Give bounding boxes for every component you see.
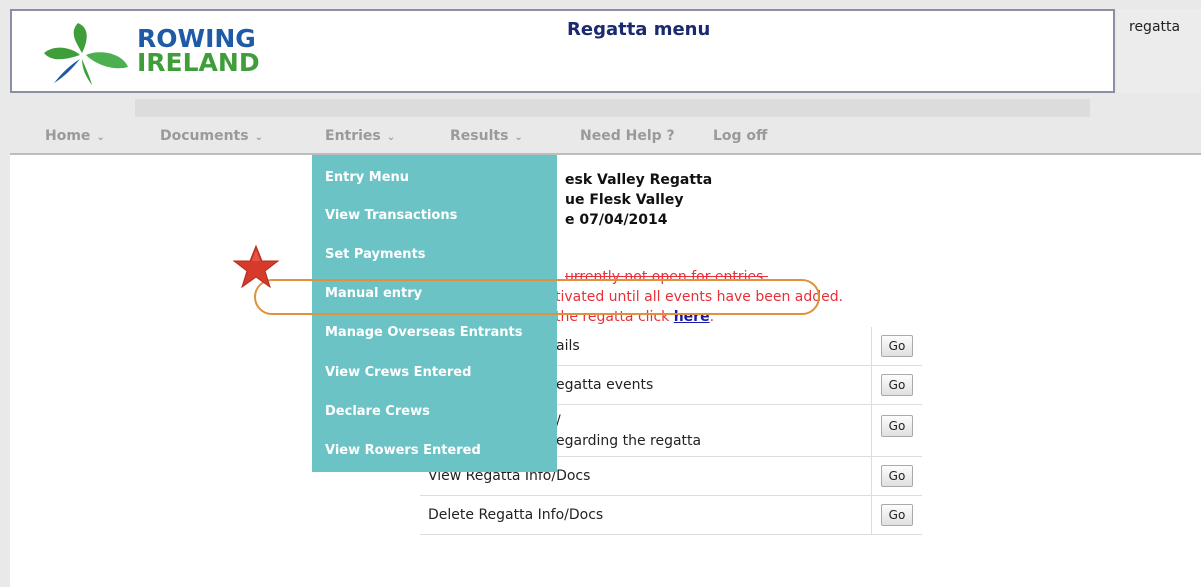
nav-documents[interactable]: Documents ⌄ bbox=[160, 128, 263, 144]
nav-need-help[interactable]: Need Help ? bbox=[580, 128, 675, 144]
nav-entries-label: Entries bbox=[325, 128, 381, 144]
menu-item-manage-overseas-entrants[interactable]: Manage Overseas Entrants bbox=[325, 325, 522, 340]
table-row: Delete Regatta Info/Docs Go bbox=[420, 495, 922, 535]
go-button[interactable]: Go bbox=[880, 504, 914, 526]
nav-results-label: Results bbox=[450, 128, 509, 144]
menu-item-set-payments[interactable]: Set Payments bbox=[325, 247, 426, 262]
nav-entries[interactable]: Entries ⌄ bbox=[325, 128, 395, 144]
chevron-down-icon: ⌄ bbox=[96, 132, 105, 143]
menu-item-view-crews-entered[interactable]: View Crews Entered bbox=[325, 365, 471, 380]
user-label: regatta bbox=[1129, 19, 1181, 35]
action-label-line1: / bbox=[556, 412, 561, 429]
rowing-ireland-logo-icon bbox=[44, 23, 128, 85]
nav-home-label: Home bbox=[45, 128, 91, 144]
go-button[interactable]: Go bbox=[880, 335, 914, 357]
nav-results[interactable]: Results ⌄ bbox=[450, 128, 523, 144]
main-nav: Home ⌄ Documents ⌄ Entries ⌄ Results ⌄ Need … bbox=[0, 120, 1201, 154]
menu-item-view-transactions[interactable]: View Transactions bbox=[325, 208, 457, 223]
regatta-date: e 07/04/2014 bbox=[565, 212, 668, 228]
action-label-line2: egarding the regatta bbox=[556, 432, 702, 449]
highlight-annotation bbox=[254, 279, 820, 315]
nav-documents-label: Documents bbox=[160, 128, 249, 144]
chevron-down-icon: ⌄ bbox=[386, 132, 396, 143]
menu-item-declare-crews[interactable]: Declare Crews bbox=[325, 404, 430, 419]
nav-log-off[interactable]: Log off bbox=[713, 128, 767, 144]
regatta-name: esk Valley Regatta bbox=[565, 172, 713, 188]
brand-name: ROWING IRELAND bbox=[137, 26, 260, 77]
go-button[interactable]: Go bbox=[880, 465, 914, 487]
user-panel: regatta bbox=[1117, 9, 1201, 93]
page-title: Regatta menu bbox=[567, 19, 711, 40]
menu-item-view-rowers-entered[interactable]: View Rowers Entered bbox=[325, 443, 481, 458]
site-header: ROWING IRELAND Regatta menu bbox=[10, 9, 1115, 93]
menu-item-entry-menu[interactable]: Entry Menu bbox=[325, 170, 409, 185]
nav-home[interactable]: Home ⌄ bbox=[45, 128, 105, 144]
action-label: Delete Regatta Info/Docs bbox=[420, 495, 872, 535]
go-button[interactable]: Go bbox=[880, 415, 914, 437]
go-button[interactable]: Go bbox=[880, 374, 914, 396]
chevron-down-icon: ⌄ bbox=[254, 132, 263, 143]
star-icon bbox=[232, 244, 280, 289]
header-strip bbox=[135, 99, 1090, 117]
regatta-venue: ue Flesk Valley bbox=[565, 192, 684, 208]
brand-line2: IRELAND bbox=[137, 48, 260, 77]
chevron-down-icon: ⌄ bbox=[514, 132, 523, 143]
